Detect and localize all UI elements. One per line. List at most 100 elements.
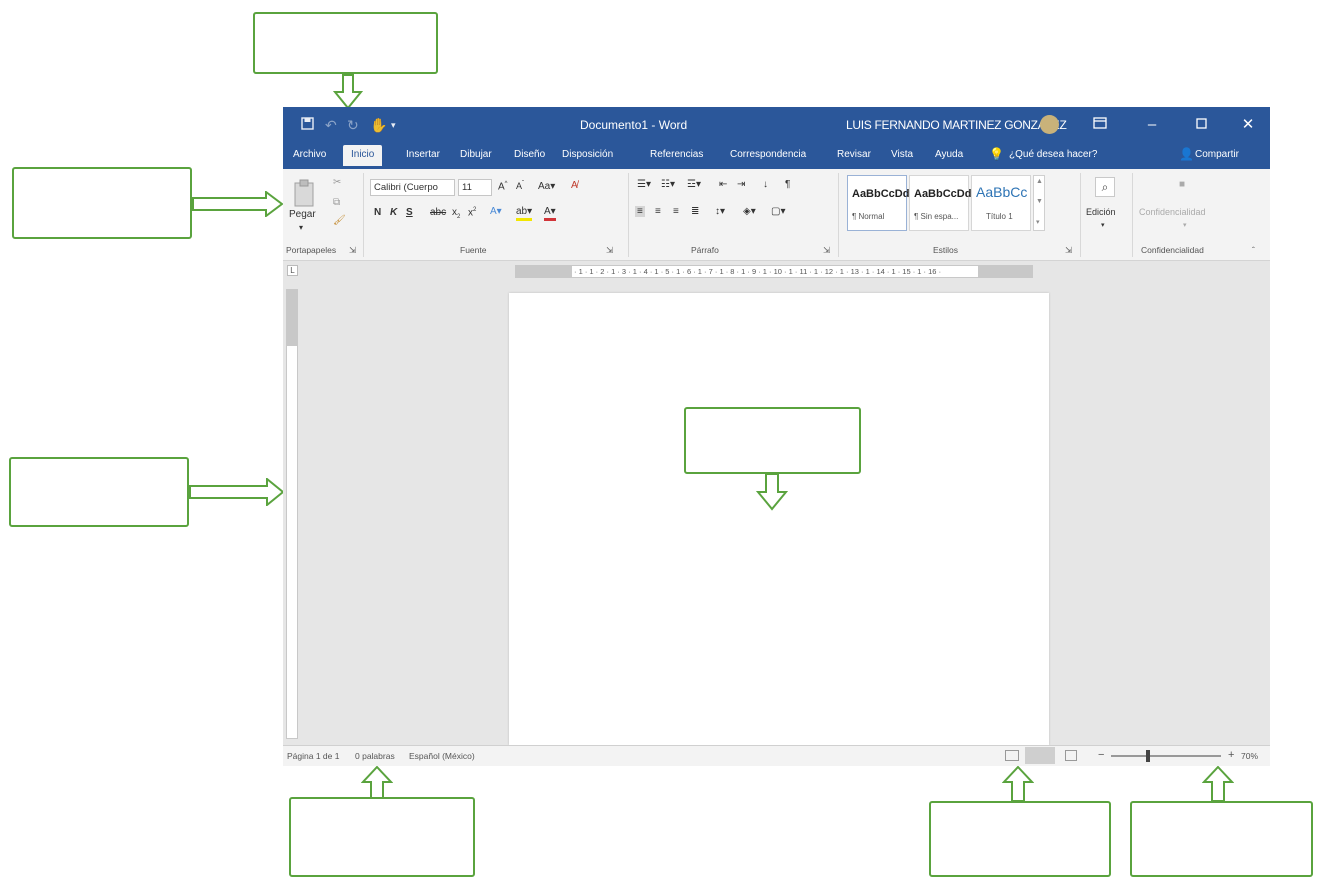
customize-qat-icon[interactable]: ▾ xyxy=(391,120,396,131)
show-marks-icon[interactable]: ¶ xyxy=(785,179,790,190)
decrease-indent-icon[interactable]: ⇤ xyxy=(719,179,727,190)
superscript-icon[interactable]: x2 xyxy=(468,207,476,218)
align-center-icon[interactable]: ≡ xyxy=(655,206,661,217)
multilevel-list-icon[interactable]: ☲▾ xyxy=(687,179,701,190)
format-painter-icon[interactable]: 🖌 xyxy=(333,215,346,226)
tell-me-input[interactable]: ¿Qué desea hacer? xyxy=(1009,149,1097,160)
zoom-slider-thumb[interactable] xyxy=(1145,750,1150,762)
highlight-icon[interactable]: ab▾ xyxy=(516,206,533,221)
italic-button[interactable]: K xyxy=(390,207,397,218)
tab-ayuda[interactable]: Ayuda xyxy=(935,149,963,160)
style-sample: AaBbCcDd xyxy=(914,188,972,200)
clear-formatting-icon[interactable]: A̸ xyxy=(571,180,578,191)
paste-dropdown-icon[interactable]: ▾ xyxy=(299,223,303,232)
minimize-icon[interactable]: – xyxy=(1138,114,1166,136)
dialog-launcher-icon[interactable]: ⇲ xyxy=(823,245,830,256)
grow-font-icon[interactable]: A^ xyxy=(498,181,508,192)
paste-button[interactable]: Pegar xyxy=(289,209,316,220)
editing-group[interactable]: ⌕ Edición ▾ xyxy=(1081,169,1131,261)
zoom-level[interactable]: 70% xyxy=(1241,751,1258,761)
tab-revisar[interactable]: Revisar xyxy=(837,149,871,160)
tab-selector-icon[interactable]: L xyxy=(287,265,298,276)
cut-icon[interactable]: ✂ xyxy=(333,177,341,188)
styles-scrollbar[interactable]: ▲ ▼ ▾ xyxy=(1033,175,1045,231)
undo-icon[interactable]: ↶ xyxy=(325,117,337,134)
font-name-combo[interactable]: Calibri (Cuerpo xyxy=(370,179,455,196)
style-heading-1[interactable]: AaBbCc Título 1 xyxy=(971,175,1031,231)
tab-insertar[interactable]: Insertar xyxy=(406,149,440,160)
callout-box-ribbon[interactable] xyxy=(12,167,192,239)
zoom-out-button[interactable]: − xyxy=(1098,749,1104,761)
web-layout-icon[interactable] xyxy=(1065,750,1077,761)
share-person-icon[interactable]: 👤 xyxy=(1179,147,1194,161)
page-count[interactable]: Página 1 de 1 xyxy=(287,751,339,761)
close-icon[interactable]: ✕ xyxy=(1234,114,1262,136)
font-size-combo[interactable]: 11 xyxy=(458,179,492,196)
tab-inicio[interactable]: Inicio xyxy=(343,145,383,166)
copy-icon[interactable]: ⧉ xyxy=(333,197,340,208)
change-case-button[interactable]: Aa▾ xyxy=(538,181,555,192)
horizontal-ruler[interactable]: · 1 · 1 · 2 · 1 · 3 · 1 · 4 · 1 · 5 · 1 … xyxy=(515,265,1033,278)
zoom-in-button[interactable]: + xyxy=(1228,749,1234,761)
font-color-icon[interactable]: A▾ xyxy=(544,206,556,221)
ribbon-display-icon[interactable] xyxy=(1086,114,1114,136)
save-icon[interactable] xyxy=(301,117,314,133)
document-page[interactable] xyxy=(509,293,1049,745)
bullets-icon[interactable]: ☰▾ xyxy=(637,179,651,190)
increase-indent-icon[interactable]: ⇥ xyxy=(737,179,745,190)
dialog-launcher-icon[interactable]: ⇲ xyxy=(1065,245,1072,256)
shading-icon[interactable]: ◈▾ xyxy=(743,206,756,217)
align-right-icon[interactable]: ≡ xyxy=(673,206,679,217)
confidentiality-button[interactable]: Confidencialidad xyxy=(1139,207,1206,217)
justify-icon[interactable]: ≣ xyxy=(691,206,699,217)
tab-correspondencia[interactable]: Correspondencia xyxy=(730,149,806,160)
group-separator xyxy=(363,173,364,257)
strikethrough-icon[interactable]: abc xyxy=(430,207,446,218)
callout-box-zoom[interactable] xyxy=(1130,801,1313,877)
tab-referencias[interactable]: Referencias xyxy=(650,149,703,160)
vertical-ruler[interactable] xyxy=(286,289,298,739)
paste-icon[interactable] xyxy=(293,179,315,212)
shrink-font-icon[interactable]: Aˇ xyxy=(516,181,524,191)
line-spacing-icon[interactable]: ↕▾ xyxy=(715,206,725,217)
user-name[interactable]: LUIS FERNANDO MARTINEZ GONZALEZ xyxy=(846,118,1067,132)
numbering-icon[interactable]: ☷▾ xyxy=(661,179,675,190)
callout-box-view-buttons[interactable] xyxy=(929,801,1111,877)
avatar[interactable] xyxy=(1040,115,1059,134)
dialog-launcher-icon[interactable]: ⇲ xyxy=(606,245,613,256)
tab-dibujar[interactable]: Dibujar xyxy=(460,149,492,160)
style-no-spacing[interactable]: AaBbCcDd ¶ Sin espa... xyxy=(909,175,972,231)
tab-archivo[interactable]: Archivo xyxy=(293,149,326,160)
tab-disposicion[interactable]: Disposición xyxy=(562,149,613,160)
dialog-launcher-icon[interactable]: ⇲ xyxy=(349,245,356,256)
print-layout-icon[interactable] xyxy=(1025,747,1055,764)
borders-icon[interactable]: ▢▾ xyxy=(771,206,785,217)
text-effects-icon[interactable]: A▾ xyxy=(490,206,502,217)
more-styles-icon[interactable]: ▾ xyxy=(1036,218,1040,226)
callout-box-title-bar[interactable] xyxy=(253,12,438,74)
redo-icon[interactable]: ↻ xyxy=(347,117,359,134)
style-normal[interactable]: AaBbCcDd ¶ Normal xyxy=(847,175,909,231)
align-left-icon[interactable]: ≡ xyxy=(635,206,645,217)
subscript-icon[interactable]: x2 xyxy=(452,207,460,220)
callout-box-vertical-ruler[interactable] xyxy=(9,457,189,527)
read-mode-icon[interactable] xyxy=(1005,750,1019,761)
tab-vista[interactable]: Vista xyxy=(891,149,913,160)
callout-box-status-bar[interactable] xyxy=(289,797,475,877)
editing-button[interactable]: Edición xyxy=(1086,207,1116,217)
collapse-ribbon-icon[interactable]: ˆ xyxy=(1252,245,1255,255)
font-size-value: 11 xyxy=(462,182,472,193)
zoom-slider[interactable] xyxy=(1111,750,1221,762)
tab-diseno[interactable]: Diseño xyxy=(514,149,545,160)
callout-box-document-area[interactable] xyxy=(684,407,861,474)
chevron-up-icon[interactable]: ▲ xyxy=(1036,178,1043,185)
word-count[interactable]: 0 palabras xyxy=(355,751,395,761)
maximize-icon[interactable] xyxy=(1187,114,1215,136)
underline-button[interactable]: S xyxy=(406,207,413,218)
sort-icon[interactable]: ↓ xyxy=(763,179,768,190)
language[interactable]: Español (México) xyxy=(409,751,475,761)
touch-mode-icon[interactable]: ✋ xyxy=(370,117,387,134)
chevron-down-icon[interactable]: ▼ xyxy=(1036,198,1043,205)
share-button[interactable]: Compartir xyxy=(1195,149,1239,160)
bold-button[interactable]: N xyxy=(374,207,381,218)
